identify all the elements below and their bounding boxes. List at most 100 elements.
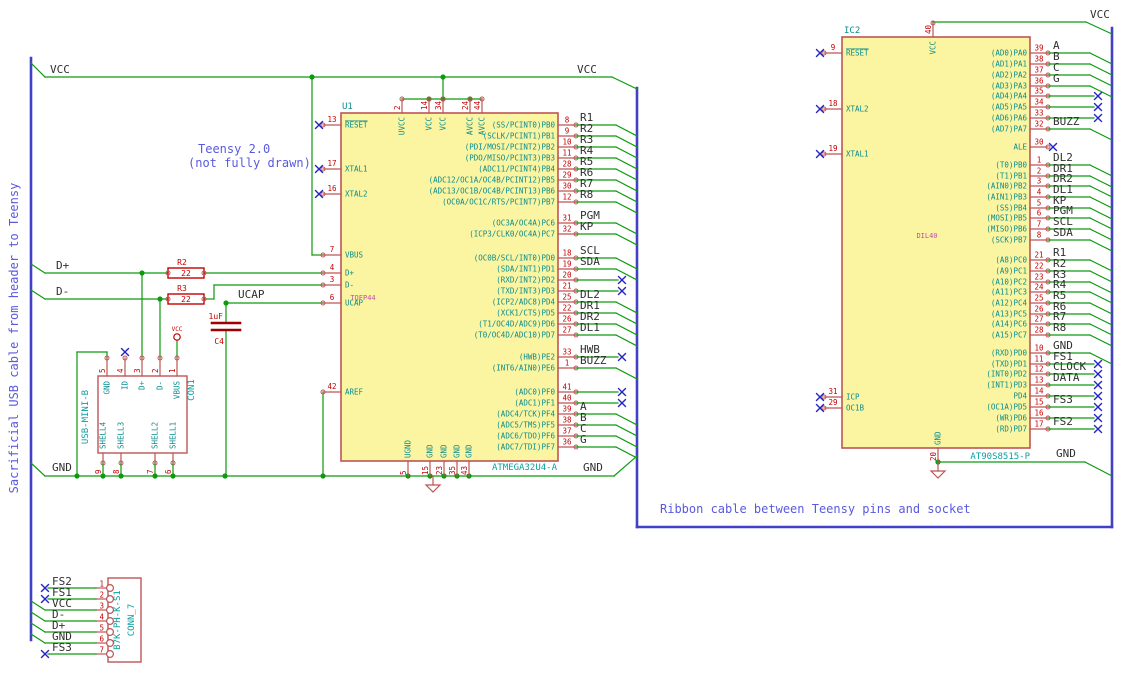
wire — [615, 168, 638, 181]
pin-number: 30 — [1034, 138, 1044, 147]
pin-name: (A14)PC6 — [991, 320, 1028, 329]
wire — [615, 233, 638, 246]
pin-name: (ADC1)PF1 — [514, 399, 555, 408]
pin-name: (INT0)PD2 — [986, 370, 1027, 379]
wire — [615, 301, 638, 314]
pin-number: 28 — [562, 160, 572, 169]
pin-number: 6 — [1037, 209, 1042, 218]
pin-number: 32 — [562, 225, 571, 234]
usb-cable-note: Sacrificial USB cable from header to Tee… — [7, 182, 21, 494]
pin-number: 22 — [562, 304, 571, 313]
pin-name: (INT1)PD3 — [986, 381, 1027, 390]
pin-number: 12 — [562, 193, 571, 202]
pin-name: (MISO)PB6 — [986, 225, 1027, 234]
pin-name: AVCC — [466, 117, 475, 135]
pin-number: 4 — [99, 613, 104, 622]
wire — [615, 446, 638, 459]
net-label: G — [1053, 72, 1060, 85]
pin-number: 41 — [562, 383, 571, 392]
pin-socket-icon — [105, 627, 114, 636]
pin-number: 33 — [562, 348, 571, 357]
pin-number: 17 — [1034, 420, 1043, 429]
wire — [1089, 239, 1113, 252]
wire — [30, 633, 46, 644]
pin-name: (WR)PD6 — [995, 414, 1027, 423]
wire — [1089, 196, 1113, 209]
pin-number: 30 — [562, 182, 572, 191]
pin-number: 15 — [421, 466, 430, 475]
vcc-symbol-icon — [173, 333, 181, 341]
wire — [615, 424, 638, 437]
schematic-drawing: VCC VCCVCCD+D- UCAPGND GNDGNDU1ATMEGA32U4-A… — [29, 8, 1114, 663]
pin-socket-icon — [105, 583, 114, 592]
net-label: GND — [52, 461, 72, 474]
pin-name: RESET — [345, 121, 368, 130]
pin-number: 25 — [562, 293, 571, 302]
wire — [615, 222, 638, 235]
wire — [615, 135, 638, 148]
wire — [1089, 352, 1113, 365]
pin-name: (T0/OC4D/ADC10)PD7 — [474, 331, 555, 340]
resistor-value: 22 — [181, 269, 191, 278]
pin-name: (AIN0)PB2 — [986, 182, 1027, 191]
wire — [1089, 228, 1113, 241]
pin-name: (ADC7/TDI)PF7 — [496, 443, 555, 452]
wire — [1085, 21, 1113, 35]
component-ref: U1 — [342, 102, 353, 112]
pin-number: 8 — [565, 116, 570, 125]
pin-name: OC1B — [846, 404, 865, 413]
wire — [615, 312, 638, 325]
pin-name: (ADC11/PCINT4)PB4 — [478, 165, 555, 174]
pin-name: (TXD)PD1 — [991, 360, 1027, 369]
net-label: UCAP — [238, 288, 265, 301]
pin-number: 10 — [1034, 344, 1044, 353]
net-label: BUZZ — [1053, 115, 1080, 128]
pin-name: SHELL4 — [99, 421, 108, 449]
pin-name: (ADC0)PF0 — [514, 388, 555, 397]
net-label: VCC — [50, 63, 70, 76]
wire — [1089, 85, 1113, 98]
pin-name: VCC — [439, 117, 448, 131]
pin-name: GND — [465, 444, 474, 458]
net-label: G — [580, 433, 587, 446]
wire — [1089, 207, 1113, 220]
net-label: GND — [583, 461, 603, 474]
resistor-ref: R3 — [177, 284, 187, 293]
pin-name: (AD1)PA1 — [991, 60, 1027, 69]
pin-name: SHELL3 — [117, 422, 126, 449]
junction-dot — [157, 296, 163, 302]
pin-number: 2 — [393, 105, 402, 110]
wire — [1089, 52, 1113, 65]
pin-number: 6 — [99, 635, 104, 644]
pin-number: 42 — [327, 382, 336, 391]
pin-number: 3 — [330, 275, 335, 284]
pin-number: 17 — [327, 159, 336, 168]
pin-number: 25 — [1034, 294, 1043, 303]
net-label: SDA — [1053, 226, 1073, 239]
pin-number: 11 — [1034, 355, 1043, 364]
wire — [1089, 291, 1113, 304]
pin-number: 40 — [924, 24, 933, 34]
pin-name: (T1/OC4D/ADC9)PD6 — [478, 320, 555, 329]
net-label: VCC — [1090, 8, 1110, 21]
pin-number: 20 — [562, 271, 572, 280]
pin-number: 15 — [1034, 398, 1043, 407]
pin-number: 10 — [562, 138, 572, 147]
pin-name: (A11)PC3 — [991, 288, 1027, 297]
pin-name: (T1)PB1 — [995, 172, 1027, 181]
wire — [1089, 185, 1113, 198]
net-label: SDA — [580, 255, 600, 268]
component-ref: CONN_7 — [127, 604, 137, 637]
pin-name: (ADC4/TCK)PF4 — [496, 410, 555, 419]
pin-number: 44 — [473, 100, 482, 110]
wire — [1089, 175, 1113, 188]
pin-name: (SS)PB4 — [995, 204, 1027, 213]
ground-icon — [929, 470, 947, 479]
pin-name: (SCLK/PCINT1)PB1 — [483, 132, 555, 141]
capacitor-value: 1uF — [209, 312, 224, 321]
pin-name: (ICP2/ADC8)PD4 — [492, 298, 556, 307]
pin-number: 37 — [1034, 66, 1043, 75]
component-part: B7K-PH-K-S1 — [113, 590, 123, 650]
pin-number: 33 — [1034, 109, 1043, 118]
net-label: R8 — [1053, 321, 1066, 334]
